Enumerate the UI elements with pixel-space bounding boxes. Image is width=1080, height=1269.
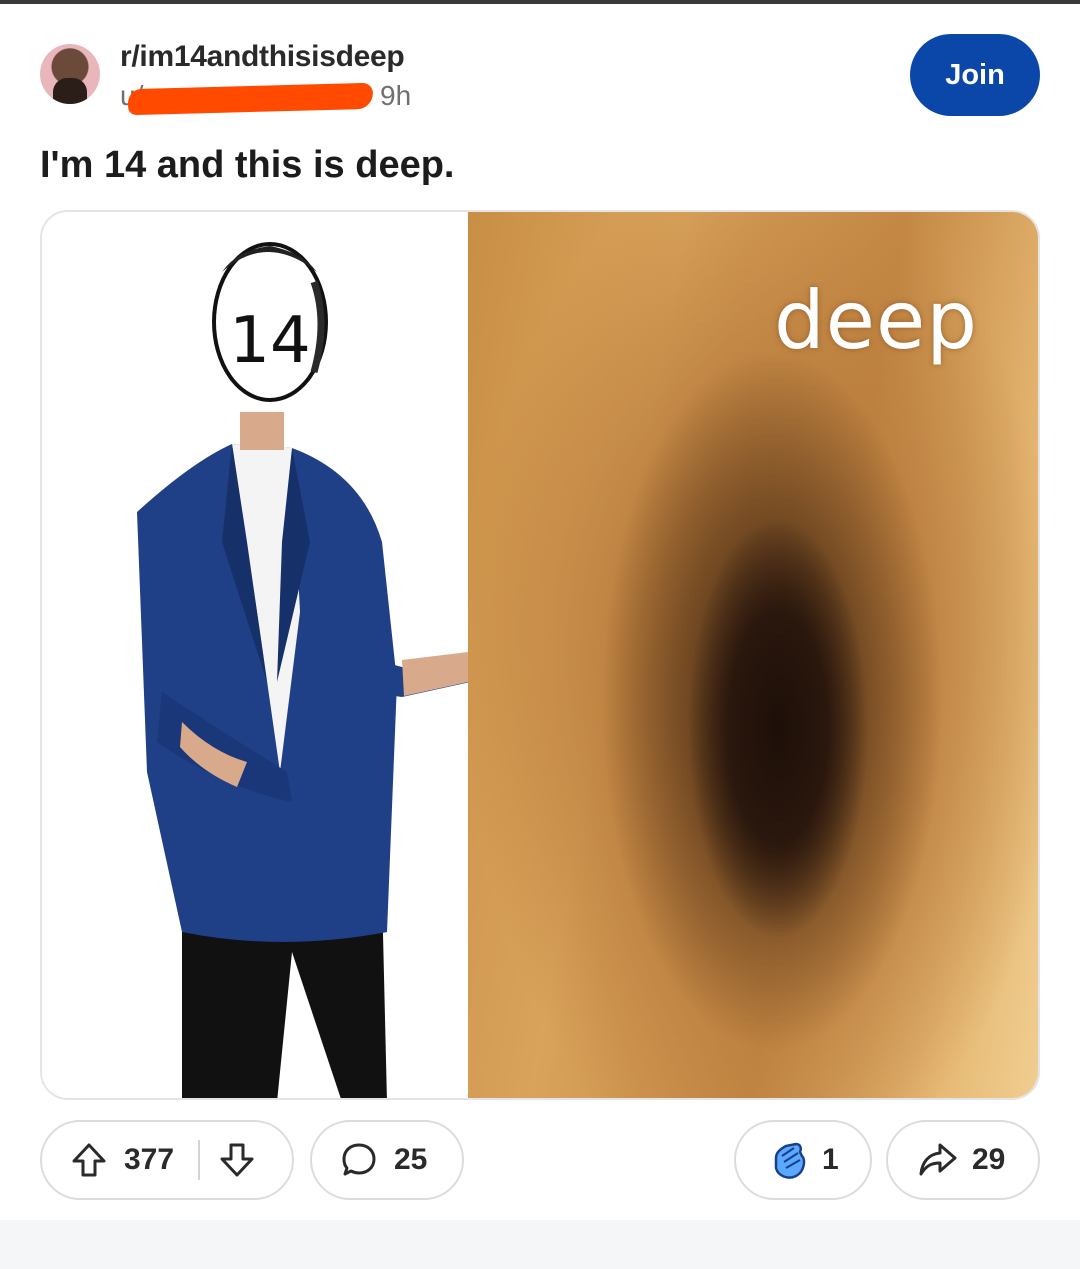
upvote-icon[interactable]: [70, 1141, 108, 1179]
man-illustration: 14: [137, 242, 470, 1098]
post-meta: u/ 9h: [120, 80, 440, 116]
man-in-suit-image: 14: [42, 212, 470, 1098]
award-count: 1: [822, 1143, 839, 1176]
comment-count: 25: [394, 1143, 428, 1176]
post-time: 9h: [380, 80, 412, 111]
feed-separator: [0, 1220, 1080, 1269]
post-actions: 377 25 1 29: [40, 1120, 1040, 1200]
comment-icon: [340, 1141, 378, 1179]
comment-button[interactable]: 25: [310, 1120, 464, 1200]
post-title[interactable]: I'm 14 and this is deep.: [40, 144, 455, 187]
vote-pill: 377: [40, 1120, 294, 1200]
clapping-hands-icon: [766, 1138, 810, 1182]
deep-overlay-text: deep: [774, 274, 978, 367]
subreddit-name[interactable]: r/im14andthisisdeep: [120, 40, 405, 74]
top-divider: [0, 0, 1080, 4]
username-redaction: [127, 82, 374, 116]
post-image[interactable]: 14 deep: [40, 210, 1040, 1100]
upvote-count: 377: [124, 1143, 175, 1176]
post-header: r/im14andthisisdeep u/ 9h Join: [40, 34, 1040, 118]
vote-divider: [198, 1140, 201, 1180]
share-count: 29: [972, 1143, 1006, 1176]
deep-hole-image: deep: [468, 212, 1038, 1098]
award-button[interactable]: 1: [734, 1120, 872, 1200]
join-button[interactable]: Join: [910, 34, 1040, 116]
share-icon: [918, 1141, 958, 1179]
subreddit-avatar[interactable]: [40, 44, 100, 104]
face-number-label: 14: [229, 304, 310, 378]
downvote-icon[interactable]: [218, 1141, 256, 1179]
share-button[interactable]: 29: [886, 1120, 1040, 1200]
